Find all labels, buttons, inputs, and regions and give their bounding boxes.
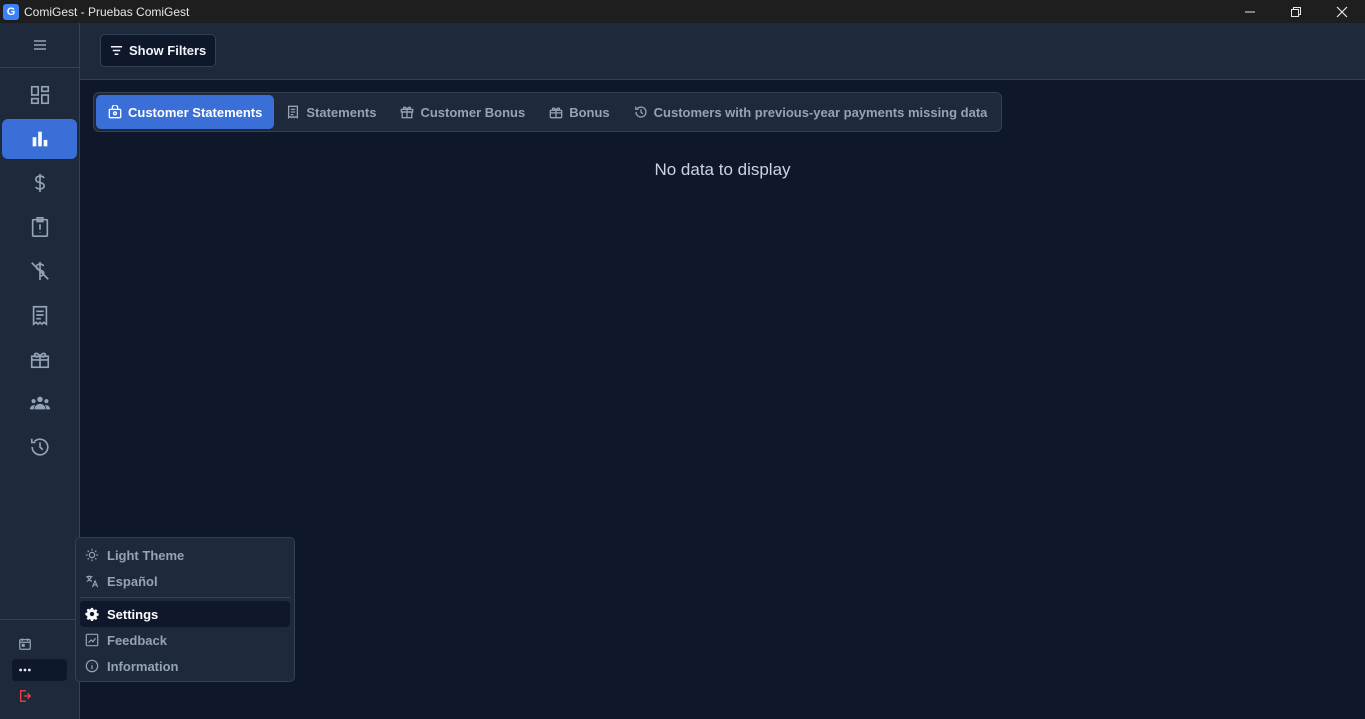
show-filters-label: Show Filters [129, 43, 207, 58]
sun-icon [85, 548, 99, 562]
sidebar-item-dashboard[interactable] [2, 75, 77, 115]
translate-icon [86, 575, 99, 588]
app-logo-icon: G [3, 3, 19, 20]
tab-label: Customers with previous-year payments mi… [653, 104, 988, 120]
sidebar-nav [0, 68, 79, 467]
logout-icon [19, 690, 32, 702]
history-icon [634, 106, 647, 118]
minimize-button[interactable] [1227, 0, 1273, 23]
sidebar-item-no-payments[interactable] [2, 251, 77, 291]
hamburger-icon [33, 40, 46, 50]
sidebar-header [0, 23, 79, 68]
tab-bonus[interactable]: Bonus [537, 95, 621, 129]
menu-item-label: Feedback [107, 632, 167, 648]
sidebar-item-bonus[interactable] [2, 339, 77, 379]
statements-icon [288, 105, 299, 119]
title-bar: G ComiGest - Pruebas ComiGest [0, 0, 1365, 23]
sidebar-item-alerts[interactable] [2, 207, 77, 247]
sidebar-item-reports[interactable] [2, 119, 77, 159]
tab-label: Customer Statements [128, 104, 263, 120]
header-bar: Show Filters [80, 23, 1365, 80]
show-filters-button[interactable]: Show Filters [100, 34, 217, 67]
users-icon [29, 396, 50, 410]
gift-box-icon [30, 352, 49, 369]
tab-label: Bonus [569, 104, 610, 120]
menu-item-label: Settings [107, 606, 159, 622]
more-icon [19, 668, 31, 672]
menu-item-information[interactable]: Information [80, 653, 290, 679]
customer-statements-icon [108, 105, 122, 119]
sidebar-item-customers[interactable] [2, 383, 77, 423]
no-payment-icon [30, 261, 49, 281]
gift-icon [401, 106, 414, 119]
gear-icon [85, 607, 99, 621]
alert-clipboard-icon [31, 217, 48, 237]
menu-item-light-theme[interactable]: Light Theme [80, 542, 290, 568]
more-options-button[interactable] [12, 659, 67, 681]
tab-missing-payment-data[interactable]: Customers with previous-year payments mi… [622, 95, 1000, 129]
menu-item-label: Information [107, 658, 179, 674]
logout-button[interactable] [12, 685, 67, 707]
history-icon [30, 438, 49, 456]
dashboard-icon [30, 85, 49, 105]
window-controls [1227, 0, 1365, 23]
menu-item-settings[interactable]: Settings [80, 601, 290, 627]
window-title: ComiGest - Pruebas ComiGest [24, 4, 190, 19]
options-popup-menu: Light Theme Español Settings Feedback In… [75, 537, 295, 682]
tab-customer-bonus[interactable]: Customer Bonus [388, 95, 537, 129]
receipt-icon [32, 305, 47, 326]
sidebar-footer [0, 619, 79, 719]
sidebar-item-history[interactable] [2, 427, 77, 467]
menu-item-language[interactable]: Español [80, 568, 290, 594]
bonus-icon [549, 107, 563, 119]
sidebar [0, 23, 80, 719]
tab-customer-statements[interactable]: Customer Statements [96, 95, 275, 129]
feedback-icon [85, 633, 99, 647]
hamburger-menu-button[interactable] [33, 38, 47, 52]
report-tabs: Customer Statements Statements Customer … [93, 92, 1003, 132]
calendar-icon [19, 638, 31, 650]
dollar-icon [34, 173, 45, 193]
menu-item-label: Light Theme [107, 547, 185, 563]
calendar-button[interactable] [12, 633, 67, 655]
info-icon [85, 659, 99, 673]
sidebar-item-payments[interactable] [2, 163, 77, 203]
close-icon [1336, 6, 1348, 17]
filter-icon [110, 46, 123, 55]
bar-chart-icon [32, 131, 47, 147]
restore-button[interactable] [1273, 0, 1319, 23]
tab-label: Statements [306, 104, 377, 120]
menu-item-feedback[interactable]: Feedback [80, 627, 290, 653]
close-button[interactable] [1319, 0, 1365, 23]
menu-item-label: Español [107, 573, 158, 589]
minimize-icon [1245, 11, 1255, 12]
tab-label: Customer Bonus [420, 104, 526, 120]
empty-state-message: No data to display [654, 160, 791, 179]
restore-icon [1291, 6, 1301, 17]
menu-divider [80, 597, 290, 598]
tab-statements[interactable]: Statements [274, 95, 388, 129]
sidebar-item-receipts[interactable] [2, 295, 77, 335]
